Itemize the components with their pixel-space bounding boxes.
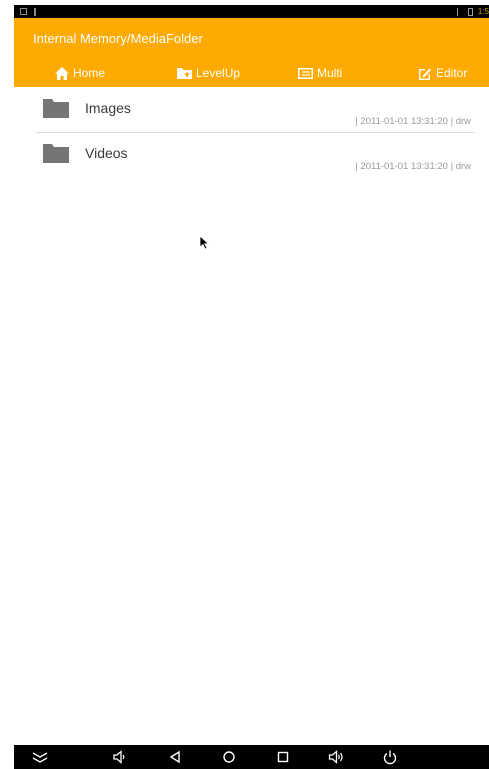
folder-icon — [43, 99, 69, 118]
home-circle-icon[interactable] — [221, 749, 237, 765]
file-meta: | 2011-01-01 13:31:20 | drw — [355, 161, 471, 172]
collapse-icon[interactable] — [32, 749, 48, 765]
list-item[interactable]: Images | 2011-01-01 13:31:20 | drw — [36, 88, 475, 133]
mouse-cursor-icon — [200, 236, 210, 250]
back-icon[interactable] — [167, 749, 183, 765]
home-button[interactable]: Home — [55, 64, 105, 82]
volume-up-icon[interactable] — [328, 749, 344, 765]
file-name: Videos — [85, 145, 128, 161]
volume-down-icon[interactable] — [111, 749, 127, 765]
edit-icon — [419, 68, 431, 80]
navigation-bar — [14, 745, 489, 769]
toolbar: Home LevelUp Multi Editor — [14, 64, 489, 82]
list-item[interactable]: Videos | 2011-01-01 13:31:20 | drw — [36, 133, 475, 177]
multi-button[interactable]: Multi — [298, 64, 342, 82]
folder-up-icon — [177, 68, 192, 79]
usb-icon — [32, 7, 38, 16]
gallery-notification-icon — [20, 8, 27, 15]
home-icon — [55, 66, 69, 80]
editor-button-label: Editor — [436, 66, 468, 80]
status-bar: 1:5 — [14, 5, 489, 18]
folder-icon — [43, 144, 69, 163]
levelup-button-label: LevelUp — [196, 66, 241, 80]
multi-select-icon — [298, 67, 313, 79]
file-meta: | 2011-01-01 13:31:20 | drw — [355, 116, 471, 127]
multi-button-label: Multi — [317, 66, 343, 80]
app-frame: 1:5 Internal Memory/MediaFolder Home Lev… — [14, 0, 489, 769]
power-icon[interactable] — [382, 749, 398, 765]
current-path: Internal Memory/MediaFolder — [33, 31, 203, 46]
home-button-label: Home — [73, 66, 106, 80]
bluetooth-icon — [456, 7, 463, 16]
app-header: Internal Memory/MediaFolder Home LevelUp — [14, 18, 489, 87]
clock: 1:5 — [477, 7, 489, 16]
levelup-button[interactable]: LevelUp — [177, 64, 240, 82]
battery-icon — [467, 7, 473, 16]
editor-button[interactable]: Editor — [418, 64, 467, 82]
file-list: Images | 2011-01-01 13:31:20 | drw Video… — [36, 88, 475, 177]
recents-icon[interactable] — [275, 749, 291, 765]
file-name: Images — [85, 100, 131, 116]
